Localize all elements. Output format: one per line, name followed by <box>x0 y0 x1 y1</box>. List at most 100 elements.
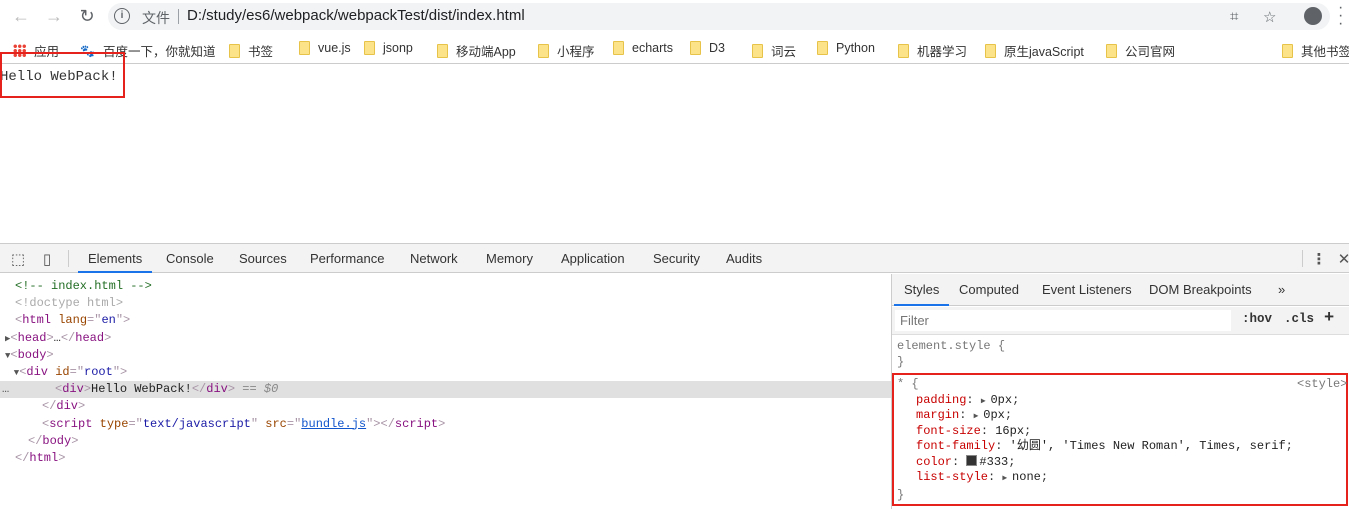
bookmark-item[interactable]: vue.js <box>299 41 351 55</box>
inspect-element-icon[interactable]: ⬚ <box>9 250 27 268</box>
dom-node-line[interactable]: ▼<div id="root"> <box>0 364 891 381</box>
address-bar[interactable]: i 文件 D:/study/es6/webpack/webpackTest/di… <box>108 3 1330 30</box>
dom-node-line[interactable]: </body> <box>0 433 891 450</box>
css-property[interactable]: font-size: 16px; <box>916 424 1031 439</box>
expand-triangle-icon[interactable]: ▼ <box>3 368 19 378</box>
property-value[interactable]: 0px <box>990 393 1012 407</box>
devtools-menu-icon[interactable]: ⋮ <box>1310 250 1328 268</box>
code-token: </ <box>42 399 57 414</box>
code-token: "></ <box>366 416 395 431</box>
expand-triangle-icon[interactable]: ▶ <box>974 412 984 421</box>
styles-tab-styles[interactable]: Styles <box>894 274 950 306</box>
css-property[interactable]: padding: ▶ 0px; <box>916 393 1019 408</box>
bookmark-item[interactable]: 书签 <box>229 41 273 60</box>
bookmark-item[interactable]: 原生javaScript <box>985 41 1084 60</box>
tab-memory[interactable]: Memory <box>476 244 543 273</box>
code-token: Hello WebPack! <box>91 382 192 397</box>
tab-application[interactable]: Application <box>551 244 635 273</box>
css-property[interactable]: list-style: ▶ none; <box>916 470 1048 485</box>
code-token: =" <box>286 416 302 431</box>
styles-tab-dom-breakpoints[interactable]: DOM Breakpoints <box>1139 274 1262 306</box>
property-name[interactable]: margin <box>916 408 959 422</box>
bookmark-item[interactable]: 小程序 <box>538 41 595 60</box>
dom-node-line[interactable]: … <div>Hello WebPack!</div> == $0 <box>0 381 891 399</box>
profile-avatar[interactable] <box>1304 7 1322 25</box>
hov-button[interactable]: :hov <box>1242 312 1272 326</box>
property-name[interactable]: color <box>916 455 952 469</box>
dom-node-line[interactable]: <!-- index.html --> <box>0 278 891 295</box>
tab-elements[interactable]: Elements <box>78 244 153 273</box>
script-src-link[interactable]: bundle.js <box>301 417 366 431</box>
browser-menu-icon[interactable]: · · · <box>1338 0 1348 32</box>
bookmark-item[interactable]: D3 <box>690 41 725 55</box>
bookmark-item[interactable]: 机器学习 <box>898 41 967 60</box>
dom-node-line[interactable]: <html lang="en"> <box>0 312 891 329</box>
property-name[interactable]: font-family <box>916 439 995 453</box>
rule-source-link[interactable]: <style> <box>1297 377 1347 392</box>
property-value[interactable]: #333 <box>979 455 1008 469</box>
folder-icon <box>613 41 624 55</box>
tab-console[interactable]: Console <box>156 244 224 273</box>
reload-button[interactable]: ↻ <box>75 5 99 27</box>
tab-performance[interactable]: Performance <box>300 244 394 273</box>
more-actions-icon[interactable]: … <box>2 381 9 398</box>
property-value[interactable]: 16px <box>995 424 1024 438</box>
code-token: html <box>22 313 52 328</box>
code-token: > <box>104 330 112 345</box>
forward-button[interactable]: → <box>42 5 66 27</box>
styles-filter-input[interactable] <box>895 310 1231 331</box>
bookmark-item[interactable]: 移动端App <box>437 41 516 60</box>
code-token: </ <box>28 433 43 448</box>
more-tabs-button[interactable]: » <box>1268 274 1295 306</box>
code-token: text/javascript <box>142 416 251 431</box>
back-button[interactable]: ← <box>9 5 33 27</box>
property-value[interactable]: none <box>1012 470 1041 484</box>
folder-icon <box>299 41 310 55</box>
color-swatch[interactable] <box>966 454 978 466</box>
dom-node-line[interactable]: ▼<body> <box>0 347 891 364</box>
bookmark-label: Python <box>836 41 875 55</box>
tab-sources[interactable]: Sources <box>229 244 297 273</box>
dom-node-line[interactable]: <script type="text/javascript" src="bund… <box>0 416 891 433</box>
close-devtools-icon[interactable]: ✕ <box>1335 250 1349 268</box>
dom-node-line[interactable]: <!doctype html> <box>0 295 891 312</box>
styles-tab-computed[interactable]: Computed <box>949 274 1029 306</box>
url-text[interactable]: D:/study/es6/webpack/webpackTest/dist/in… <box>187 7 525 24</box>
rule-selector: * { <box>897 377 919 391</box>
property-name[interactable]: padding <box>916 393 966 407</box>
expand-triangle-icon[interactable]: ▶ <box>981 397 991 406</box>
css-property[interactable]: color: #333; <box>916 454 1015 470</box>
property-name[interactable]: font-size <box>916 424 981 438</box>
code-token: body <box>42 433 72 448</box>
bookmark-item[interactable]: 词云 <box>752 41 796 60</box>
code-token: <!doctype html> <box>15 296 124 311</box>
dom-node-line[interactable]: ▶<head>…</head> <box>0 330 891 347</box>
tab-security[interactable]: Security <box>643 244 710 273</box>
bookmark-item[interactable]: jsonp <box>364 41 413 55</box>
star-icon[interactable]: ☆ <box>1263 8 1276 26</box>
dom-node-line[interactable]: </div> <box>0 398 891 415</box>
cls-button[interactable]: .cls <box>1284 312 1314 326</box>
bookmark-item[interactable]: echarts <box>613 41 673 55</box>
css-property[interactable]: font-family: '幼圆', 'Times New Roman', Ti… <box>916 439 1293 454</box>
new-style-rule-button[interactable]: + <box>1324 309 1334 328</box>
property-value[interactable]: 0px <box>983 408 1005 422</box>
tab-audits[interactable]: Audits <box>716 244 772 273</box>
tab-network[interactable]: Network <box>400 244 468 273</box>
bookmark-item[interactable]: Python <box>817 41 875 55</box>
expand-triangle-icon[interactable]: ▶ <box>1002 474 1012 483</box>
device-toolbar-icon[interactable]: ▯ <box>38 250 56 268</box>
dom-node-line[interactable]: </html> <box>0 450 891 467</box>
bookmark-item[interactable]: 其他书签 <box>1282 41 1349 60</box>
rule-close: } <box>897 488 905 502</box>
styles-tab-event-listeners[interactable]: Event Listeners <box>1032 274 1142 306</box>
bookmark-item[interactable]: 公司官网 <box>1106 41 1175 60</box>
info-icon[interactable]: i <box>114 8 130 24</box>
code-token: "> <box>112 365 128 379</box>
folder-icon <box>898 43 909 58</box>
code-token: < <box>10 330 18 345</box>
property-value[interactable]: '幼圆', 'Times New Roman', Times, serif <box>1010 439 1286 453</box>
translate-icon[interactable]: ⌗ <box>1230 8 1238 25</box>
property-name[interactable]: list-style <box>916 470 988 484</box>
css-property[interactable]: margin: ▶ 0px; <box>916 408 1012 423</box>
